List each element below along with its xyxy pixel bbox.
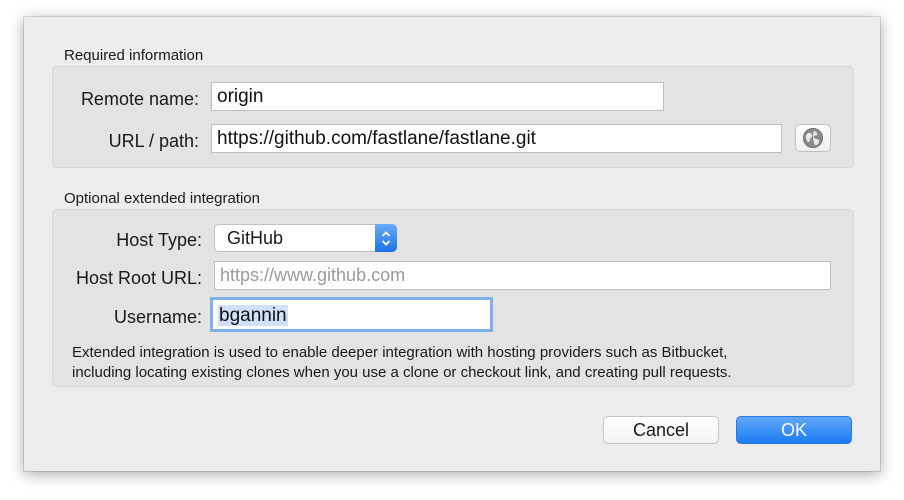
required-section-title: Required information [64, 47, 204, 64]
ok-button[interactable]: OK [736, 416, 852, 444]
optional-section-title: Optional extended integration [64, 190, 260, 207]
help-line-1: Extended integration is used to enable d… [72, 344, 728, 361]
host-type-label: Host Type: [116, 230, 202, 250]
username-value: bgannin [218, 305, 288, 326]
remote-name-label: Remote name: [80, 89, 199, 109]
globe-icon [803, 128, 823, 148]
username-label: Username: [113, 307, 202, 327]
host-root-url-label: Host Root URL: [75, 268, 202, 288]
host-type-value: GitHub [227, 228, 284, 248]
browse-button[interactable] [795, 124, 831, 152]
url-path-input[interactable]: https://github.com/fastlane/fastlane.git [211, 124, 782, 153]
help-line-2: including locating existing clones when … [72, 364, 732, 381]
remote-name-input[interactable]: origin [211, 82, 664, 111]
username-input[interactable]: bgannin [210, 297, 493, 332]
cancel-button[interactable]: Cancel [603, 416, 719, 444]
remote-name-value: origin [217, 86, 264, 107]
chevron-up-down-icon [375, 224, 397, 252]
remote-dialog: Required information Remote name: origin… [24, 17, 880, 471]
required-group: Remote name: origin URL / path: https://… [52, 66, 854, 168]
integration-help-text: Extended integration is used to enable d… [72, 343, 842, 383]
url-path-label: URL / path: [108, 131, 199, 151]
host-type-select[interactable]: GitHub [214, 224, 397, 252]
host-root-url-input[interactable]: https://www.github.com [214, 261, 831, 290]
host-root-url-placeholder: https://www.github.com [220, 265, 406, 285]
optional-group: Host Type: GitHub Host Root URL: https:/… [52, 209, 854, 387]
url-path-value: https://github.com/fastlane/fastlane.git [217, 128, 536, 149]
